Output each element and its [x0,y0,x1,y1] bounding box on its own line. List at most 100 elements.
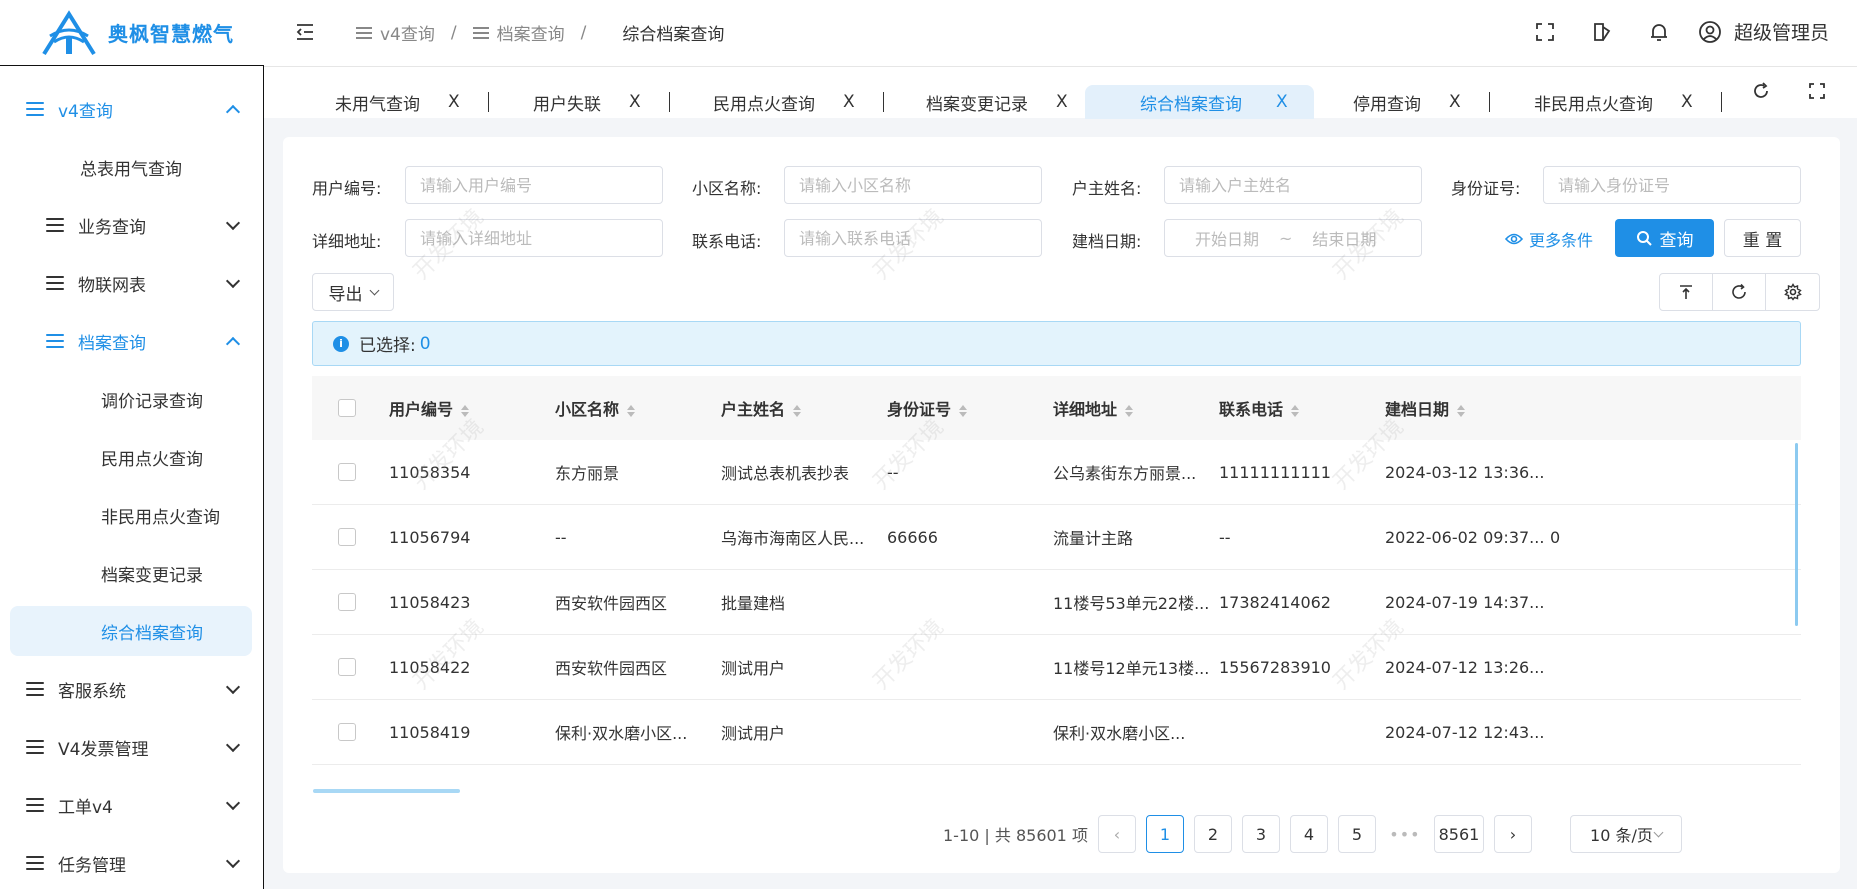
selection-label: 已选择: [359,336,416,356]
collapse-menu-icon[interactable] [296,24,314,40]
address-input[interactable] [405,219,663,257]
column-header[interactable]: 小区名称 [555,396,636,420]
owner-input[interactable] [1164,166,1422,204]
column-header[interactable]: 详细地址 [1053,396,1134,420]
page-button[interactable]: 2 [1193,815,1232,853]
density-button[interactable] [1660,274,1713,310]
reset-button[interactable]: 重 置 [1724,219,1801,257]
sidebar-item-price-adjust[interactable]: 调价记录查询 [0,370,262,428]
user-menu[interactable]: 超级管理员 [1698,18,1829,45]
tab-unused-gas[interactable]: 未用气查询 X [335,85,489,119]
sort-icon[interactable] [627,404,636,417]
sort-icon[interactable] [1291,404,1300,417]
page-button[interactable]: 3 [1241,815,1280,853]
breadcrumb-item[interactable]: 档案查询 [472,20,565,45]
sidebar-item-invoice[interactable]: V4发票管理 [0,718,262,776]
close-icon[interactable]: X [1056,92,1068,112]
select-all-checkbox[interactable] [338,399,356,417]
notification-bell-icon[interactable] [1648,21,1670,43]
tab-label: 民用点火查询 [713,94,815,115]
sidebar-item-workorder[interactable]: 工单v4 [0,776,262,834]
reload-button[interactable] [1713,274,1766,310]
logo[interactable]: 奥枫智慧燃气 [0,0,264,66]
sidebar-item-civil-ignition[interactable]: 民用点火查询 [0,428,262,486]
sort-icon[interactable] [793,404,802,417]
table-row[interactable]: 11056794 -- 乌海市海南区人民... 66666 流量计主路 -- 2022-06… [312,505,1801,570]
sort-icon[interactable] [461,404,470,417]
user-no-input[interactable] [405,166,663,204]
column-header[interactable]: 户主姓名 [721,396,802,420]
tab-noncivil-ignition[interactable]: 非民用点火查询 X [1534,85,1722,119]
selection-count: 0 [419,333,431,354]
sidebar-item-archive-change[interactable]: 档案变更记录 [0,544,262,602]
sidebar-item-comprehensive-archive[interactable]: 综合档案查询 [10,606,252,656]
sort-icon[interactable] [1125,404,1134,417]
table-cell: 保利·双水磨小区... [555,724,688,743]
start-date-placeholder[interactable]: 开始日期 [1195,226,1259,250]
table-row[interactable]: 11058354 东方丽景 测试总表机表抄表 -- 公乌素街东方丽景... 1111111… [312,440,1801,505]
page-button[interactable]: 5 [1337,815,1376,853]
close-icon[interactable]: X [843,92,855,112]
tab-archive-change[interactable]: 档案变更记录 X [926,85,1068,119]
id-card-input[interactable] [1543,166,1801,204]
export-button[interactable]: 导出 [312,273,394,311]
sort-icon[interactable] [959,404,968,417]
breadcrumb-item[interactable]: v4查询 [356,20,435,45]
maximize-icon[interactable] [1807,81,1827,101]
theme-icon[interactable] [1591,21,1613,43]
sort-icon[interactable] [1457,404,1466,417]
refresh-icon[interactable] [1751,81,1771,101]
column-header[interactable]: 建档日期 [1385,396,1466,420]
end-date-placeholder[interactable]: 结束日期 [1312,226,1376,250]
table-cell: 保利·双水磨小区... [1053,724,1186,743]
sidebar-item-archive-query[interactable]: 档案查询 [0,312,262,370]
close-icon[interactable]: X [629,92,641,112]
sidebar-item-total-meter-gas[interactable]: 总表用气查询 [0,138,262,196]
page-button[interactable]: 1 [1145,815,1184,853]
next-page-button[interactable]: › [1493,815,1532,853]
sidebar-item-customer-service[interactable]: 客服系统 [0,660,262,718]
sidebar-item-v4-query[interactable]: v4查询 [0,80,262,138]
last-page-button[interactable]: 8561 [1433,815,1484,853]
horizontal-scrollbar[interactable] [313,789,460,793]
page-ellipsis[interactable]: ••• [1386,815,1424,853]
prev-page-button[interactable]: ‹ [1097,815,1136,853]
close-icon[interactable]: X [448,92,460,112]
row-checkbox[interactable] [338,658,356,676]
column-settings-button[interactable] [1766,274,1819,310]
close-icon[interactable]: X [1276,92,1288,112]
phone-input[interactable] [784,219,1042,257]
column-header[interactable]: 用户编号 [389,396,470,420]
table-row[interactable]: 11058419 保利·双水磨小区... 测试用户 保利·双水磨小区... 2024-0… [312,700,1801,765]
close-icon[interactable]: X [1449,92,1461,112]
created-date-range[interactable]: 开始日期 ~ 结束日期 [1164,219,1422,257]
more-conditions-link[interactable]: 更多条件 [1505,227,1593,251]
row-checkbox[interactable] [338,463,356,481]
table-row[interactable]: 11058422 西安软件园西区 测试用户 11楼号12单元13楼... 1556728… [312,635,1801,700]
community-input[interactable] [784,166,1042,204]
close-icon[interactable]: X [1681,92,1693,112]
table-row[interactable]: 11058423 西安软件园西区 批量建档 11楼号53单元22楼... 1738241… [312,570,1801,635]
tab-stop-use[interactable]: 停用查询 X [1353,85,1490,119]
row-checkbox[interactable] [338,593,356,611]
row-checkbox[interactable] [338,528,356,546]
fullscreen-icon[interactable] [1534,21,1556,43]
tab-user-lost[interactable]: 用户失联 X [533,85,670,119]
page-size-select[interactable]: 10 条/页 [1569,815,1682,853]
column-header[interactable]: 联系电话 [1219,396,1300,420]
reset-button-label: 重 置 [1742,230,1783,251]
sidebar-item-noncivil-ignition[interactable]: 非民用点火查询 [0,486,262,544]
search-button[interactable]: 查询 [1615,219,1714,257]
vertical-scrollbar[interactable] [1795,443,1798,626]
tab-civil-ignition[interactable]: 民用点火查询 X [713,85,884,119]
tab-comprehensive-archive[interactable]: 综合档案查询 X [1085,85,1314,119]
pagination: 1-10 | 共 85601 项 ‹ 1 2 3 4 5 ••• 8561 › … [943,815,1682,853]
chevron-down-icon [225,215,241,231]
page-button[interactable]: 4 [1289,815,1328,853]
row-checkbox[interactable] [338,723,356,741]
sidebar-item-task[interactable]: 任务管理 [0,834,262,889]
sidebar-item-business-query[interactable]: 业务查询 [0,196,262,254]
column-header[interactable]: 身份证号 [887,396,968,420]
sidebar-item-iot-meter[interactable]: 物联网表 [0,254,262,312]
table-cell: 测试总表机表抄表 [721,464,850,483]
